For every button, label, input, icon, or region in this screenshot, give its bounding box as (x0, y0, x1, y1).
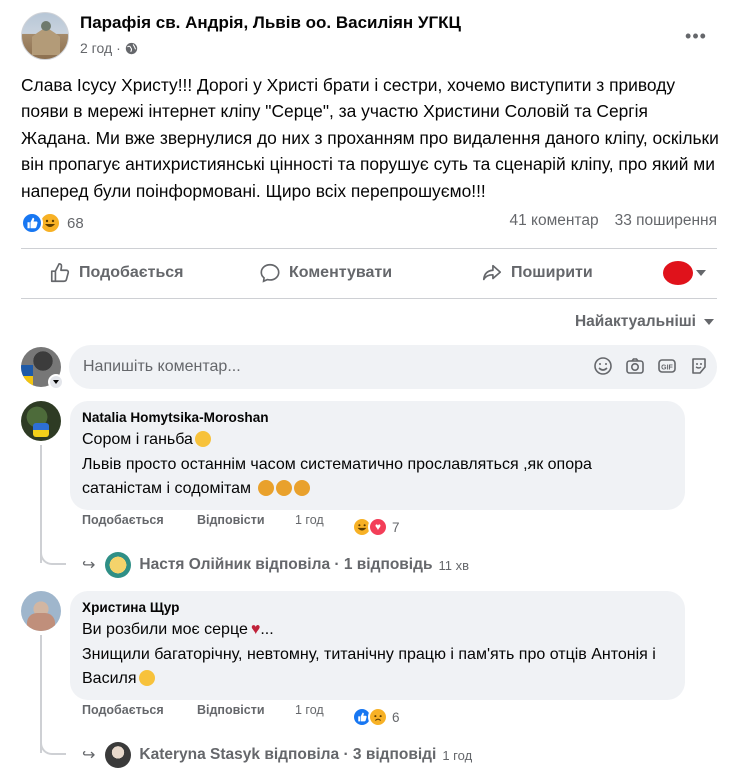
my-avatar[interactable] (21, 347, 64, 390)
commenter-avatar[interactable] (21, 401, 61, 441)
gif-icon[interactable]: GIF (657, 356, 677, 376)
comment-like-button[interactable]: Подобається (82, 513, 164, 527)
reaction-as-profile-selector[interactable] (663, 261, 706, 285)
facepalm-emoji-icon (293, 480, 310, 496)
comment-reaction-count: 7 (392, 519, 400, 535)
comment-like-button[interactable]: Подобається (82, 703, 164, 717)
comments-count[interactable]: 41 коментар (509, 212, 598, 230)
reply-summary: Kateryna Stasyk відповіла · 3 відповіді (139, 746, 437, 763)
comment-author[interactable]: Христина Щур (82, 599, 673, 617)
comment-reply-button[interactable]: Відповісти (197, 513, 265, 527)
reply-avatar (105, 552, 132, 578)
comment-time[interactable]: 1 год (295, 513, 324, 527)
comment-text: Ви розбили моє серце ♥... (82, 618, 673, 642)
comment-line: Львів просто останнім часом систематично… (82, 456, 592, 497)
profile-avatar-redacted (663, 261, 693, 285)
comment-input[interactable]: Напишіть коментар... GIF (69, 345, 717, 389)
comment-author[interactable]: Natalia Homytsika-Moroshan (82, 409, 673, 427)
facepalm-emoji-icon (257, 480, 274, 496)
caret-down-icon (696, 270, 706, 276)
globe-icon (125, 42, 137, 54)
comment-text: Сором і ганьба (82, 428, 673, 452)
sad-emoji-icon (138, 670, 155, 686)
comment-text: Знищили багаторічну, невтомну, титанічну… (82, 643, 673, 691)
church-dome (41, 21, 51, 31)
share-label: Поширити (511, 264, 593, 281)
post-action-bar: Подобається Коментувати Поширити (21, 250, 717, 296)
divider (21, 248, 717, 249)
more-dots-icon: ••• (685, 26, 707, 46)
camera-icon[interactable] (625, 356, 645, 376)
commenter-avatar[interactable] (21, 591, 61, 631)
page-name[interactable]: Парафія св. Андрія, Львів оо. Василіян У… (80, 13, 461, 33)
comment-reply-button[interactable]: Відповісти (197, 703, 265, 717)
view-replies-link[interactable]: ↪ Kateryna Stasyk відповіла · 3 відповід… (82, 742, 472, 768)
reply-time: 1 год (442, 747, 473, 763)
comment-bubble: Христина Щур Ви розбили моє серце ♥... Зн… (70, 591, 685, 700)
comment-label: Коментувати (289, 264, 393, 281)
comment-bubble: Natalia Homytsika-Moroshan Сором і ганьб… (70, 401, 685, 510)
page-avatar[interactable] (21, 12, 69, 60)
sort-label: Найактуальніші (574, 313, 696, 330)
ellipsis: ... (260, 621, 274, 638)
like-button[interactable]: Подобається (49, 255, 184, 291)
reactions-summary[interactable]: 68 (21, 209, 84, 237)
composer-tools: GIF (593, 356, 709, 376)
comment-line: Ви розбили моє серце (82, 621, 248, 638)
shares-count[interactable]: 33 поширення (615, 212, 717, 230)
post-text: Слава Ісусу Христу!!! Дорогі у Христі бр… (21, 75, 719, 201)
comment-placeholder: Напишіть коментар... (83, 358, 241, 375)
post-meta: 2 год · (80, 40, 138, 56)
post-time[interactable]: 2 год (80, 40, 112, 56)
reply-time: 11 хв (438, 557, 469, 573)
reply-arrow-icon: ↪ (82, 747, 96, 764)
love-reaction-icon: ♥ (368, 517, 388, 537)
chevron-down-icon[interactable] (48, 374, 64, 390)
thumbs-up-icon (50, 263, 70, 283)
sticker-icon[interactable] (689, 356, 709, 376)
meta-separator: · (116, 40, 121, 56)
comment-bubble-icon (260, 263, 280, 283)
thread-connector (40, 545, 66, 565)
divider (21, 298, 717, 299)
reply-arrow-icon: ↪ (82, 557, 96, 574)
comment-button[interactable]: Коментувати (259, 255, 392, 291)
share-button[interactable]: Поширити (481, 255, 593, 291)
sad-reaction-icon (368, 707, 388, 727)
like-reaction-icon (21, 212, 43, 234)
comment-line: Сором і ганьба (82, 431, 193, 448)
emoji-icon[interactable] (593, 356, 613, 376)
comment-reactions[interactable]: ♥ 7 (352, 517, 400, 537)
reaction-count: 68 (67, 214, 84, 232)
comment-text: Львів просто останнім часом систематично… (82, 453, 673, 501)
comment-sort-dropdown[interactable]: Найактуальніші (575, 313, 714, 331)
svg-text:GIF: GIF (661, 365, 673, 372)
post-stats: 41 коментар 33 поширення (509, 212, 717, 230)
reply-summary: Настя Олійник відповіла · 1 відповідь (139, 556, 433, 573)
like-label: Подобається (79, 264, 184, 281)
more-options-button[interactable]: ••• (684, 26, 708, 46)
church-image (32, 27, 60, 55)
comment-reaction-count: 6 (392, 709, 400, 725)
reply-avatar (105, 742, 132, 768)
comment-line: Знищили багаторічну, невтомну, титанічну… (82, 646, 656, 687)
caret-down-icon (704, 319, 714, 325)
sleepy-emoji-icon (194, 431, 211, 447)
view-replies-link[interactable]: ↪ Настя Олійник відповіла · 1 відповідь … (82, 552, 469, 578)
thread-connector (40, 735, 66, 755)
share-arrow-icon (482, 264, 502, 281)
comment-time[interactable]: 1 год (295, 703, 324, 717)
broken-heart-icon: ♥ (250, 621, 261, 638)
facepalm-emoji-icon (275, 480, 292, 496)
comment-reactions[interactable]: 6 (352, 707, 400, 727)
